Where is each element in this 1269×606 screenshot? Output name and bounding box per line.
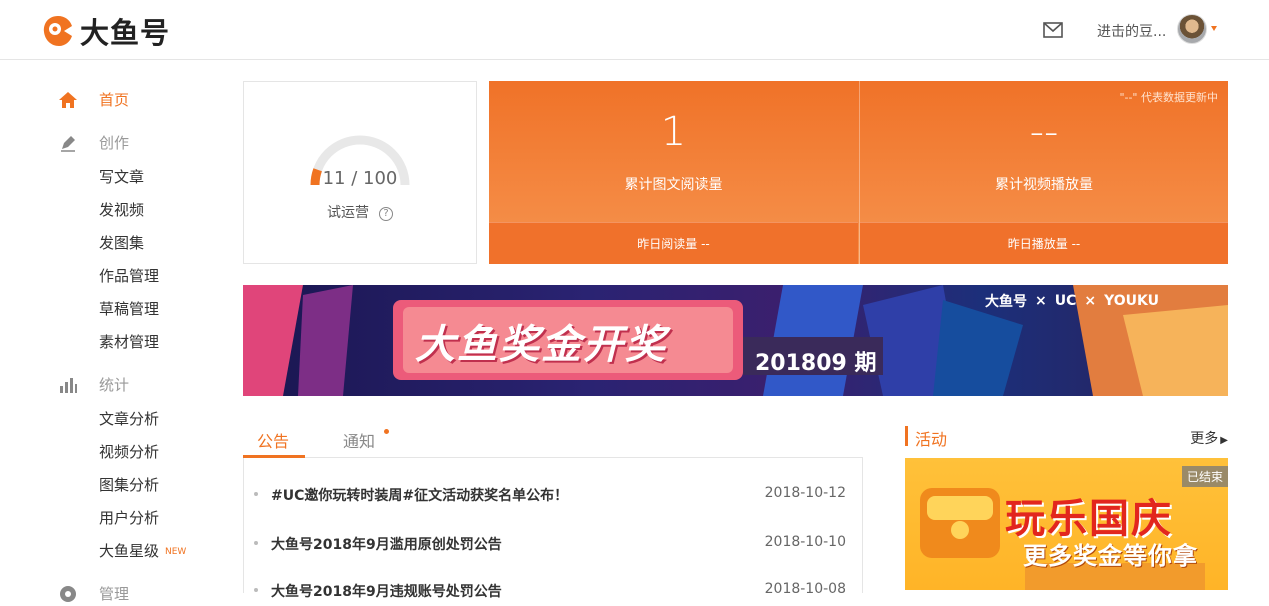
notice-title: 大鱼号2018年9月滥用原创处罚公告 xyxy=(271,537,502,553)
brand-uc: UC xyxy=(1054,293,1077,309)
help-icon[interactable]: ? xyxy=(379,207,393,221)
bullet xyxy=(254,541,258,545)
mail-icon[interactable] xyxy=(1043,22,1063,38)
sidebar-item-home[interactable]: 首页 xyxy=(58,89,129,110)
username[interactable]: 进击的豆... xyxy=(1097,21,1166,41)
avatar[interactable] xyxy=(1177,14,1207,44)
sidebar-item-video-analysis[interactable]: 视频分析 xyxy=(99,441,159,462)
sidebar-section-create: 创作 xyxy=(58,132,129,153)
stat-yesterday: 昨日阅读量 -- xyxy=(489,222,858,264)
activity-title: 活动 xyxy=(915,430,948,449)
brand-dayu: 大鱼号 xyxy=(985,294,1027,310)
home-icon xyxy=(59,91,77,108)
settings-icon xyxy=(60,585,76,602)
sidebar-item-write-article[interactable]: 写文章 xyxy=(99,166,144,187)
stats-note: "--" 代表数据更新中 xyxy=(1119,91,1218,104)
bonus-banner[interactable]: 大鱼奖金开奖 201809 期 大鱼号 × UC × YOUKU xyxy=(243,285,1228,396)
list-item[interactable]: 大鱼号2018年9月滥用原创处罚公告 2018-10-10 xyxy=(244,529,862,559)
top-header: 大鱼号 进击的豆... xyxy=(0,0,1269,60)
caret-down-icon[interactable] xyxy=(1211,26,1217,31)
notice-date: 2018-10-10 xyxy=(764,534,846,550)
tab-notifications[interactable]: 通知 xyxy=(343,428,375,452)
sidebar-item-post-gallery[interactable]: 发图集 xyxy=(99,232,144,253)
notice-title: 大鱼号2018年9月违规账号处罚公告 xyxy=(271,584,502,600)
stat-value: -- xyxy=(1029,109,1059,155)
brand-youku: YOUKU xyxy=(1104,293,1160,309)
banner-title: 大鱼奖金开奖 xyxy=(415,322,667,368)
stats-panel: 1 累计图文阅读量 昨日阅读量 -- "--" 代表数据更新中 -- 累计视频播… xyxy=(489,81,1228,264)
banner-brands: 大鱼号 × UC × YOUKU xyxy=(985,291,1159,311)
bar-chart-icon xyxy=(60,377,77,393)
sidebar-item-post-video[interactable]: 发视频 xyxy=(99,199,144,220)
bullet xyxy=(254,588,258,592)
progress-label-row: 试运营? xyxy=(244,202,476,222)
sidebar-section-manage: 管理 xyxy=(58,583,129,604)
notice-tabs: 公告 通知 xyxy=(243,420,863,458)
activity-line2: 更多奖金等你拿 xyxy=(1023,542,1198,570)
banner-period: 201809 期 xyxy=(755,351,877,376)
notice-title: #UC邀你玩转时装周#征文活动获奖名单公布！ xyxy=(271,488,569,504)
sidebar-label-stats: 统计 xyxy=(99,376,130,394)
sidebar-item-works[interactable]: 作品管理 xyxy=(99,265,159,286)
new-badge: NEW xyxy=(165,546,187,557)
activity-card[interactable]: 已结束 玩乐国庆 更多奖金等你拿 xyxy=(905,458,1228,590)
notice-date: 2018-10-08 xyxy=(764,581,846,597)
brand-name: 大鱼号 xyxy=(80,16,171,50)
trial-progress-card: 11 / 100 试运营? xyxy=(243,81,477,264)
tab-announcements[interactable]: 公告 xyxy=(257,428,289,452)
unread-dot xyxy=(384,429,389,434)
progress-value: 11 / 100 xyxy=(322,168,398,189)
activity-header: 活动 更多 ▶ xyxy=(905,426,1228,449)
brand-logo[interactable]: 大鱼号 xyxy=(40,10,170,52)
stat-label: 累计视频播放量 xyxy=(995,177,1093,193)
notice-date: 2018-10-12 xyxy=(764,485,846,501)
sidebar-label-manage: 管理 xyxy=(99,585,130,603)
stat-article-reads: 1 累计图文阅读量 昨日阅读量 -- xyxy=(489,81,858,264)
sidebar-item-drafts[interactable]: 草稿管理 xyxy=(99,298,159,319)
list-item[interactable]: 大鱼号2018年9月违规账号处罚公告 2018-10-08 xyxy=(244,576,862,606)
more-link[interactable]: 更多 ▶ xyxy=(1190,428,1228,448)
progress-label: 试运营 xyxy=(327,205,369,221)
stat-video-plays: "--" 代表数据更新中 -- 累计视频播放量 昨日播放量 -- xyxy=(859,81,1228,264)
brand-sep: × xyxy=(1084,293,1097,309)
sidebar-item-gallery-analysis[interactable]: 图集分析 xyxy=(99,474,159,495)
pen-icon xyxy=(61,135,75,152)
stat-yesterday: 昨日播放量 -- xyxy=(860,222,1228,264)
accent-bar xyxy=(905,426,908,446)
sidebar-item-star-level[interactable]: 大鱼星级 NEW xyxy=(99,540,186,561)
more-label: 更多 xyxy=(1190,431,1219,447)
brand-sep: × xyxy=(1035,293,1047,309)
notice-list: #UC邀你玩转时装周#征文活动获奖名单公布！ 2018-10-12 大鱼号201… xyxy=(243,458,863,600)
sidebar-label-home: 首页 xyxy=(99,91,130,109)
sidebar-item-materials[interactable]: 素材管理 xyxy=(99,331,159,352)
fish-logo-icon xyxy=(43,16,72,46)
sidebar-item-article-analysis[interactable]: 文章分析 xyxy=(99,408,159,429)
sidebar-item-user-analysis[interactable]: 用户分析 xyxy=(99,507,159,528)
list-item[interactable]: #UC邀你玩转时装周#征文活动获奖名单公布！ 2018-10-12 xyxy=(244,480,862,510)
status-badge: 已结束 xyxy=(1181,466,1228,487)
stat-label: 累计图文阅读量 xyxy=(624,177,723,193)
sidebar-item-star-level-label: 大鱼星级 xyxy=(99,542,160,560)
caret-right-icon: ▶ xyxy=(1220,435,1228,446)
bullet xyxy=(254,492,258,496)
stat-value: 1 xyxy=(660,109,687,155)
sidebar: 首页 创作 写文章 发视频 发图集 作品管理 草稿管理 素材管理 统计 文章分析… xyxy=(0,61,230,603)
sidebar-section-stats: 统计 xyxy=(58,374,129,395)
sidebar-label-create: 创作 xyxy=(99,134,130,152)
